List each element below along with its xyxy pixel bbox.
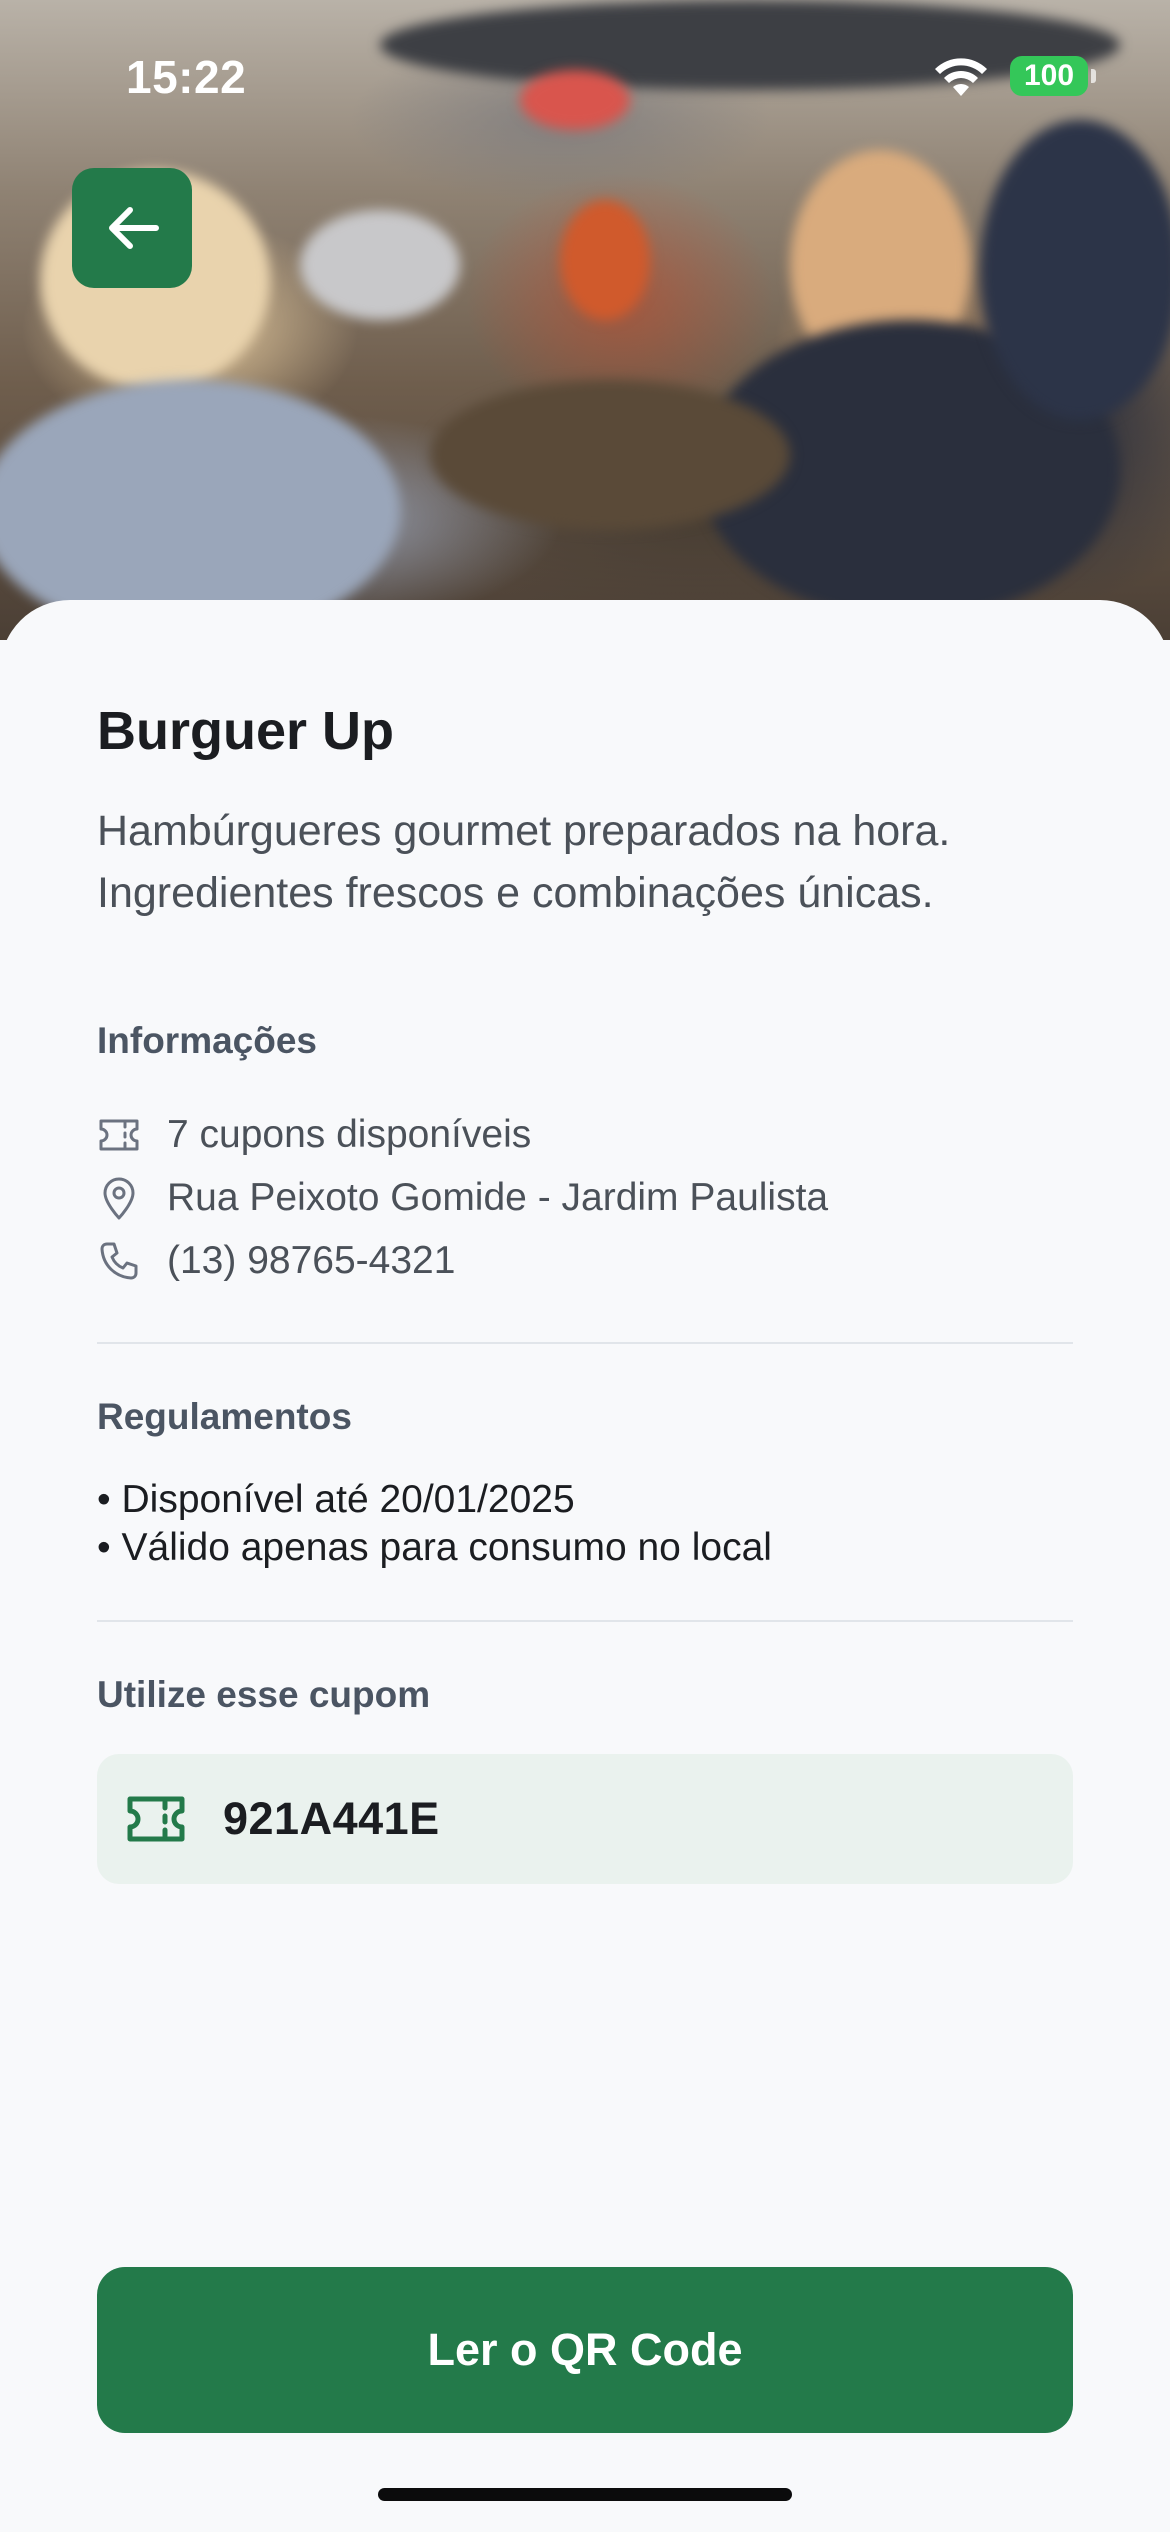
- info-row-phone[interactable]: (13) 98765-4321: [97, 1236, 455, 1286]
- info-section-title: Informações: [97, 1020, 318, 1061]
- scan-qr-code-button[interactable]: Ler o QR Code: [97, 2267, 1073, 2433]
- back-button[interactable]: [72, 168, 192, 288]
- wifi-icon: [935, 58, 987, 96]
- battery-cap: [1091, 69, 1096, 83]
- info-row-coupons: 7 cupons disponíveis: [97, 1110, 531, 1160]
- place-title: Burguer Up: [97, 701, 394, 761]
- ticket-icon: [97, 1113, 141, 1157]
- map-pin-icon: [97, 1176, 141, 1220]
- home-indicator: [378, 2488, 792, 2501]
- coupon-section-title: Utilize esse cupom: [97, 1674, 431, 1715]
- info-coupons-text: 7 cupons disponíveis: [167, 1113, 532, 1156]
- status-time: 15:22: [126, 51, 247, 103]
- divider: [97, 1342, 1073, 1344]
- battery-level: 100: [1023, 59, 1075, 92]
- battery-indicator: 100: [1010, 56, 1088, 96]
- rules-section-title: Regulamentos: [97, 1396, 352, 1437]
- arrow-left-icon: [109, 207, 159, 249]
- info-row-address[interactable]: Rua Peixoto Gomide - Jardim Paulista: [97, 1173, 828, 1223]
- rule-item: • Válido apenas para consumo no local: [97, 1526, 772, 1569]
- rule-item: • Disponível até 20/01/2025: [97, 1478, 575, 1521]
- phone-icon: [97, 1239, 141, 1283]
- coupon-code-box[interactable]: 921A441E: [97, 1754, 1073, 1884]
- divider: [97, 1620, 1073, 1622]
- info-address-text: Rua Peixoto Gomide - Jardim Paulista: [167, 1176, 829, 1219]
- info-phone-text: (13) 98765-4321: [167, 1239, 456, 1282]
- coupon-code: 921A441E: [223, 1793, 440, 1844]
- status-bar: 15:22 100: [0, 0, 1170, 150]
- place-description: Hambúrgueres gourmet preparados na hora.…: [97, 807, 951, 917]
- ticket-icon: [127, 1796, 185, 1842]
